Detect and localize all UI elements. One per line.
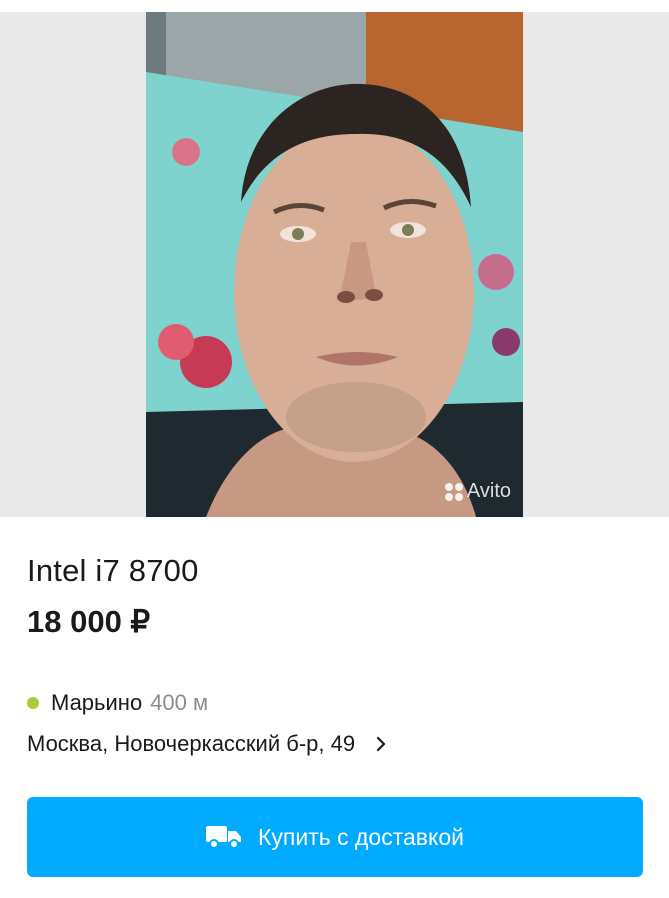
top-strip <box>0 0 669 12</box>
photo-gallery[interactable]: Avito <box>0 0 669 517</box>
listing-title: Intel i7 8700 <box>27 553 199 588</box>
metro-dot-icon <box>27 697 39 709</box>
listing-price: 18 000 ₽ <box>27 604 151 639</box>
buy-button-label: Купить с доставкой <box>258 823 464 850</box>
truck-icon <box>206 826 242 849</box>
listing-info: Intel i7 8700 18 000 ₽ Марьино 400 м Мос… <box>27 548 643 758</box>
watermark-text: Avito <box>466 480 511 502</box>
avito-watermark: Avito <box>444 480 511 503</box>
metro-station: Марьино <box>51 690 143 715</box>
address-link[interactable]: Москва, Новочеркасский б-р, 49 <box>27 730 643 758</box>
listing-page: Avito Intel i7 8700 18 000 ₽ Марьино 400… <box>0 0 669 898</box>
listing-photo[interactable]: Avito <box>146 12 523 517</box>
chevron-right-icon <box>377 736 386 752</box>
buy-with-delivery-button[interactable]: Купить с доставкой <box>27 797 643 877</box>
avito-logo-icon <box>444 482 463 501</box>
photo-illustration <box>146 12 523 517</box>
address-text: Москва, Новочеркасский б-р, 49 <box>27 731 356 756</box>
metro-row: Марьино 400 м <box>27 689 643 717</box>
metro-distance: 400 м <box>150 690 209 715</box>
